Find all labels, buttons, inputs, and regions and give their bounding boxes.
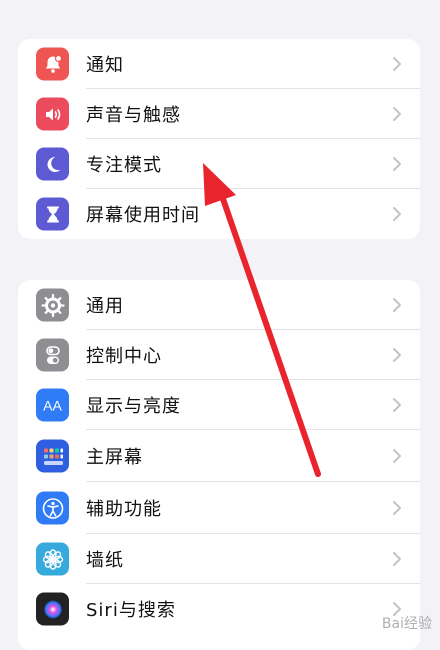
- chevron-right-icon: [393, 157, 401, 171]
- settings-row-accessibility[interactable]: 辅助功能: [18, 482, 420, 534]
- settings-group-notifications: 通知 声音与触感 专注模式 屏幕使用时间: [18, 39, 420, 239]
- settings-row-wallpaper[interactable]: 墙纸: [18, 534, 420, 584]
- settings-row-label: 辅助功能: [86, 499, 162, 520]
- moon-icon: [36, 147, 69, 181]
- hourglass-icon: [36, 197, 69, 231]
- accessibility-icon: [36, 491, 69, 525]
- settings-row-label: 屏幕使用时间: [86, 205, 200, 226]
- settings-row-label: Siri与搜索: [86, 600, 176, 621]
- home-grid-icon: [36, 439, 69, 473]
- chevron-right-icon: [393, 501, 401, 515]
- settings-row-label: 主屏幕: [86, 447, 143, 468]
- settings-row-sounds[interactable]: 声音与触感: [18, 89, 420, 139]
- chevron-right-icon: [393, 298, 401, 312]
- chevron-right-icon: [393, 398, 401, 412]
- settings-row-general[interactable]: 通用: [18, 280, 420, 330]
- flower-icon: [36, 542, 69, 576]
- toggles-icon: [36, 338, 69, 372]
- settings-row-focus[interactable]: 专注模式: [18, 139, 420, 189]
- chevron-right-icon: [393, 348, 401, 362]
- text-size-glyph: AA: [43, 397, 62, 413]
- settings-row-label: 通用: [86, 296, 124, 317]
- text-size-icon: AA: [36, 388, 69, 422]
- settings-row-label: 控制中心: [86, 346, 162, 367]
- settings-group-general: 通用 控制中心 AA 显示与亮度 主屏幕 辅助功能 墙纸 Siri与搜索: [18, 280, 420, 650]
- chevron-right-icon: [393, 57, 401, 71]
- settings-row-label: 声音与触感: [86, 105, 181, 126]
- settings-row-control-center[interactable]: 控制中心: [18, 330, 420, 380]
- settings-row-label: 显示与亮度: [86, 396, 181, 417]
- chevron-right-icon: [393, 207, 401, 221]
- settings-row-notifications[interactable]: 通知: [18, 39, 420, 89]
- settings-row-siri[interactable]: Siri与搜索: [18, 584, 420, 634]
- chevron-right-icon: [393, 107, 401, 121]
- watermark: Bai经验: [381, 616, 432, 632]
- settings-row-label: 通知: [86, 55, 124, 76]
- settings-row-display[interactable]: AA 显示与亮度: [18, 380, 420, 430]
- speaker-icon: [36, 97, 69, 131]
- chevron-right-icon: [393, 449, 401, 463]
- chevron-right-icon: [393, 552, 401, 566]
- bell-badge-icon: [36, 47, 69, 81]
- settings-row-label: 专注模式: [86, 155, 162, 176]
- siri-icon: [36, 592, 69, 626]
- settings-row-home-screen[interactable]: 主屏幕: [18, 430, 420, 482]
- settings-row-screen-time[interactable]: 屏幕使用时间: [18, 189, 420, 239]
- gear-icon: [36, 288, 69, 322]
- settings-row-label: 墙纸: [86, 550, 124, 571]
